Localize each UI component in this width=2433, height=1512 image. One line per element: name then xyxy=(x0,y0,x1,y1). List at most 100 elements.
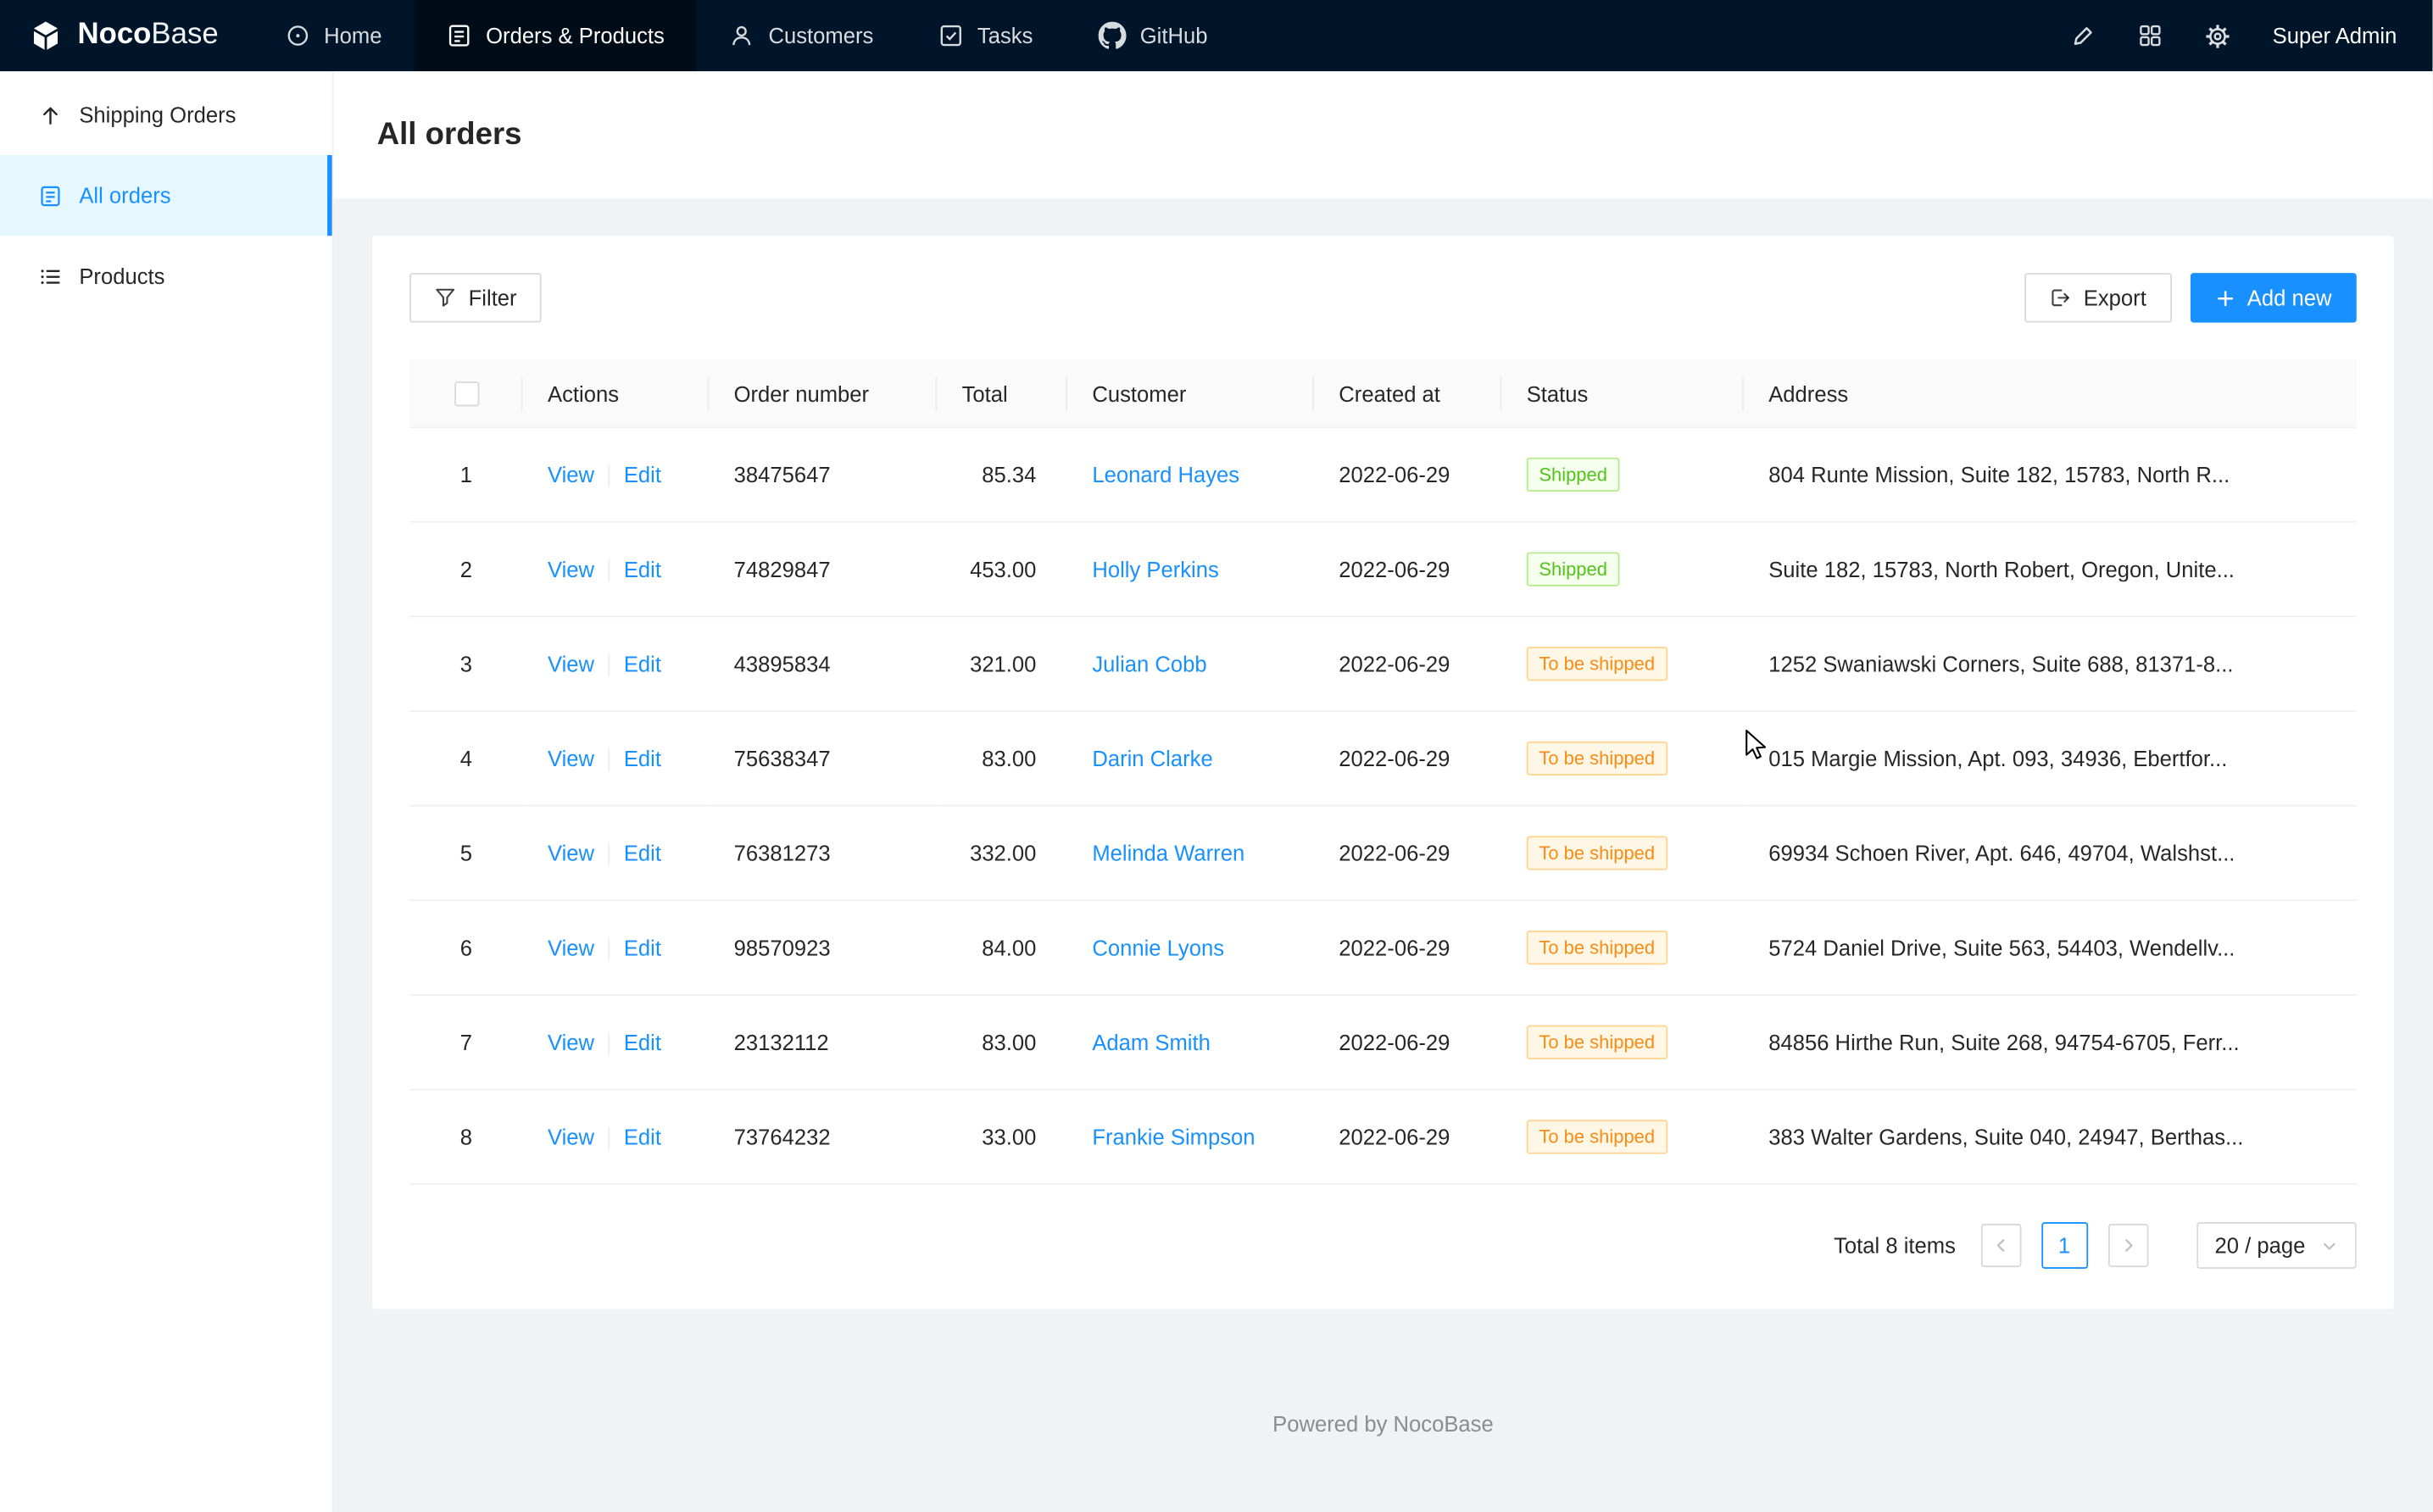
customer-link[interactable]: Leonard Hayes xyxy=(1092,463,1239,487)
view-link[interactable]: View xyxy=(548,746,594,770)
view-link[interactable]: View xyxy=(548,841,594,865)
table-row: 8 ViewEdit 73764232 33.00 Frankie Simpso… xyxy=(409,1090,2357,1185)
pagination: Total 8 items 1 20 / page xyxy=(409,1223,2357,1270)
chevron-right-icon xyxy=(2118,1237,2137,1255)
user-menu[interactable]: Super Admin xyxy=(2273,23,2397,47)
highlight-pen-icon[interactable] xyxy=(2069,23,2096,49)
nav-item-tasks[interactable]: Tasks xyxy=(906,0,1066,71)
sidebar-item-all-orders[interactable]: All orders xyxy=(0,155,332,236)
action-divider xyxy=(609,655,610,677)
status-badge: To be shipped xyxy=(1527,931,1667,965)
select-all-checkbox[interactable] xyxy=(454,382,478,407)
page-size-select[interactable]: 20 / page xyxy=(2196,1223,2357,1270)
nav-item-github[interactable]: GitHub xyxy=(1066,0,1240,71)
customer-link[interactable]: Melinda Warren xyxy=(1092,841,1244,865)
status-badge: Shipped xyxy=(1527,553,1620,586)
customer-link[interactable]: Connie Lyons xyxy=(1092,936,1224,960)
orders-icon xyxy=(447,23,471,47)
order-total: 332.00 xyxy=(970,841,1036,865)
orders-table: Actions Order number Total Customer Crea… xyxy=(409,360,2357,1186)
column-header-created-at: Created at xyxy=(1314,360,1501,428)
edit-link[interactable]: Edit xyxy=(624,1125,661,1149)
created-at: 2022-06-29 xyxy=(1339,558,1450,582)
address-text: 015 Margie Mission, Apt. 093, 34936, Ebe… xyxy=(1768,747,2331,771)
nav-item-customers[interactable]: Customers xyxy=(697,0,905,71)
order-number: 74829847 xyxy=(734,558,831,582)
edit-link[interactable]: Edit xyxy=(624,936,661,960)
status-badge: To be shipped xyxy=(1527,1120,1667,1154)
footer-powered-by: Powered by NocoBase xyxy=(372,1412,2393,1437)
logo-text-light: Base xyxy=(151,19,218,51)
form-icon xyxy=(39,184,62,207)
pagination-page-1[interactable]: 1 xyxy=(2041,1223,2088,1270)
table-row: 3 ViewEdit 43895834 321.00 Julian Cobb 2… xyxy=(409,617,2357,712)
edit-link[interactable]: Edit xyxy=(624,1030,661,1054)
table-row: 5 ViewEdit 76381273 332.00 Melinda Warre… xyxy=(409,806,2357,901)
order-number: 98570923 xyxy=(734,936,831,960)
view-link[interactable]: View xyxy=(548,557,594,581)
nav-item-home[interactable]: Home xyxy=(253,0,415,71)
created-at: 2022-06-29 xyxy=(1339,841,1450,865)
app-viewport: NocoBase Home Orders & Products xyxy=(0,0,2432,1512)
tasks-icon xyxy=(938,23,963,47)
add-new-button-label: Add new xyxy=(2247,286,2332,310)
column-header-order-number: Order number xyxy=(709,360,937,428)
order-number: 75638347 xyxy=(734,747,831,771)
address-text: 1252 Swaniawski Corners, Suite 688, 8137… xyxy=(1768,652,2331,676)
customer-link[interactable]: Adam Smith xyxy=(1092,1031,1211,1055)
sidebar-item-shipping-orders[interactable]: Shipping Orders xyxy=(0,75,332,155)
customer-link[interactable]: Holly Perkins xyxy=(1092,558,1219,582)
nav-item-orders-products[interactable]: Orders & Products xyxy=(415,0,697,71)
action-divider xyxy=(609,1034,610,1056)
sidebar-item-products[interactable]: Products xyxy=(0,236,332,316)
order-total: 33.00 xyxy=(982,1125,1036,1149)
row-index: 1 xyxy=(460,463,472,487)
customer-link[interactable]: Frankie Simpson xyxy=(1092,1125,1255,1149)
nav-item-label: Home xyxy=(324,23,381,47)
row-index: 6 xyxy=(460,936,472,960)
nav-item-label: Orders & Products xyxy=(486,23,665,47)
plus-icon xyxy=(2214,287,2235,308)
edit-link[interactable]: Edit xyxy=(624,652,661,676)
customer-link[interactable]: Darin Clarke xyxy=(1092,747,1212,771)
view-link[interactable]: View xyxy=(548,463,594,487)
column-header-actions: Actions xyxy=(523,360,710,428)
view-link[interactable]: View xyxy=(548,936,594,960)
nav-item-label: Customers xyxy=(768,23,873,47)
settings-gear-icon[interactable] xyxy=(2204,23,2230,49)
pagination-next-button[interactable] xyxy=(2107,1224,2148,1267)
edit-link[interactable]: Edit xyxy=(624,463,661,487)
table-row: 4 ViewEdit 75638347 83.00 Darin Clarke 2… xyxy=(409,712,2357,807)
main-area: All orders Filter xyxy=(333,71,2432,1512)
apps-grid-icon[interactable] xyxy=(2137,23,2162,47)
edit-link[interactable]: Edit xyxy=(624,841,661,865)
column-header-status: Status xyxy=(1501,360,1743,428)
sidebar-item-label: All orders xyxy=(79,183,170,208)
edit-link[interactable]: Edit xyxy=(624,557,661,581)
table-row: 6 ViewEdit 98570923 84.00 Connie Lyons 2… xyxy=(409,901,2357,996)
order-total: 84.00 xyxy=(982,936,1036,960)
export-button[interactable]: Export xyxy=(2024,273,2171,323)
sidebar: Shipping Orders All orders Products xyxy=(0,71,333,1512)
order-total: 321.00 xyxy=(970,652,1036,676)
customer-link[interactable]: Julian Cobb xyxy=(1092,652,1206,676)
logo: NocoBase xyxy=(0,0,253,71)
status-badge: Shipped xyxy=(1527,458,1620,492)
filter-button[interactable]: Filter xyxy=(409,273,542,323)
pagination-prev-button[interactable] xyxy=(1980,1224,2021,1267)
address-text: 383 Walter Gardens, Suite 040, 24947, Be… xyxy=(1768,1125,2331,1149)
sidebar-item-label: Shipping Orders xyxy=(79,103,236,127)
home-icon xyxy=(285,23,309,47)
action-divider xyxy=(609,844,610,866)
view-link[interactable]: View xyxy=(548,1125,594,1149)
status-badge: To be shipped xyxy=(1527,648,1667,681)
table-row: 2 ViewEdit 74829847 453.00 Holly Perkins… xyxy=(409,522,2357,617)
action-divider xyxy=(609,1128,610,1150)
edit-link[interactable]: Edit xyxy=(624,746,661,770)
created-at: 2022-06-29 xyxy=(1339,463,1450,487)
order-total: 83.00 xyxy=(982,1031,1036,1055)
order-total: 453.00 xyxy=(970,558,1036,582)
view-link[interactable]: View xyxy=(548,1030,594,1054)
view-link[interactable]: View xyxy=(548,652,594,676)
add-new-button[interactable]: Add new xyxy=(2190,273,2357,323)
